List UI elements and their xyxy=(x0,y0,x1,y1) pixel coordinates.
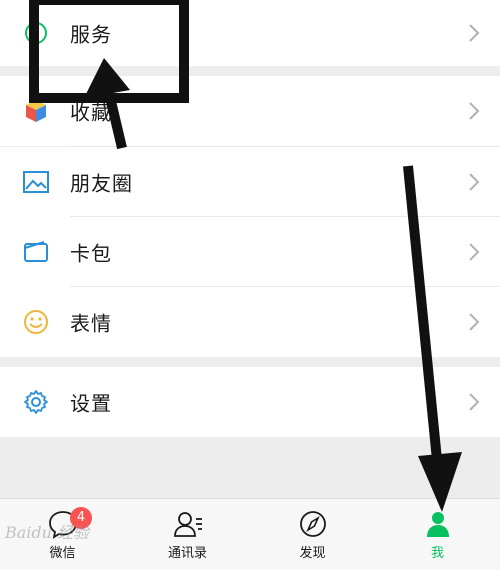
gear-icon xyxy=(24,390,48,414)
tab-contacts[interactable]: 通讯录 xyxy=(125,499,250,570)
menu-item-cards[interactable]: 卡包 xyxy=(0,217,500,287)
person-icon xyxy=(426,512,449,537)
menu-item-label: 设置 xyxy=(70,391,112,416)
menu-item-label: 朋友圈 xyxy=(70,171,133,196)
service-icon xyxy=(25,22,47,44)
contacts-icon xyxy=(173,512,202,537)
menu-item-service[interactable]: 服务 xyxy=(0,0,500,66)
tab-label: 微信 xyxy=(49,546,76,561)
image-icon xyxy=(23,171,49,193)
tab-me[interactable]: 我 xyxy=(375,499,500,570)
menu-item-label: 收藏 xyxy=(70,100,112,125)
watermark: Baidu 经验 xyxy=(5,523,90,542)
tab-discover[interactable]: 发现 xyxy=(250,499,375,570)
cube-icon xyxy=(26,100,46,122)
tab-label: 我 xyxy=(430,546,444,561)
chevron-right-icon xyxy=(469,173,480,191)
menu-item-moments[interactable]: 朋友圈 xyxy=(0,147,500,217)
menu-item-label: 卡包 xyxy=(70,241,112,266)
chevron-right-icon xyxy=(469,243,480,261)
tab-label: 通讯录 xyxy=(167,546,207,561)
chevron-right-icon xyxy=(469,393,480,411)
menu-item-label: 表情 xyxy=(70,311,112,336)
smiley-icon xyxy=(24,310,48,334)
wallet-icon xyxy=(24,241,48,262)
chevron-right-icon xyxy=(469,102,480,120)
chevron-right-icon xyxy=(469,313,480,331)
menu-item-favorites[interactable]: 收藏 xyxy=(0,76,500,146)
menu-item-label: 服务 xyxy=(70,22,112,47)
tab-label: 发现 xyxy=(299,546,326,561)
menu-item-stickers[interactable]: 表情 xyxy=(0,287,500,357)
menu-item-settings[interactable]: 设置 xyxy=(0,367,500,437)
bottom-tab-bar: 4 微信 通讯录 发现 我 Baidu 经验 xyxy=(0,498,500,570)
chevron-right-icon xyxy=(469,24,480,42)
compass-icon xyxy=(299,511,326,537)
